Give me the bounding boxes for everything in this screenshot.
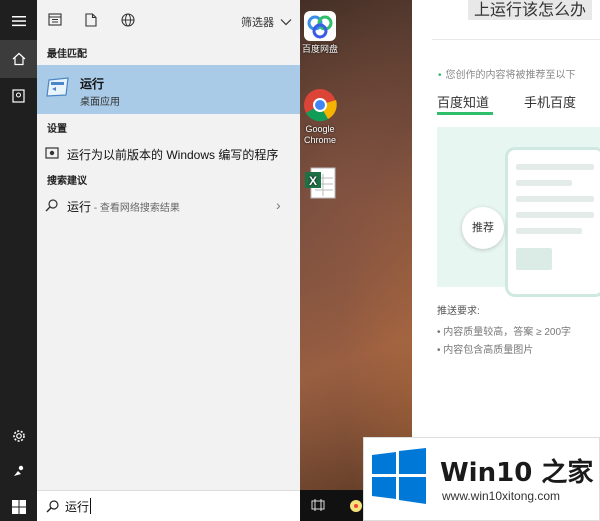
chrome-icon	[304, 89, 337, 122]
tab-baidu-zhidao[interactable]: 百度知道	[437, 92, 489, 111]
svg-text:X: X	[309, 174, 317, 188]
watermark-url: www.win10xitong.com	[442, 489, 561, 503]
note-text: 您创作的内容将被推荐至以下	[445, 70, 576, 81]
browser-note: • 您创作的内容将被推荐至以下	[438, 66, 576, 81]
requirements-title: 推送要求:	[437, 306, 480, 317]
bullet-icon: •	[438, 70, 442, 81]
desktop-icon-chrome[interactable]: Google Chrome	[298, 88, 342, 146]
compatibility-icon	[45, 147, 59, 159]
phone-mockup	[505, 147, 600, 297]
hamburger-icon	[11, 16, 26, 27]
taskbar-app-icon[interactable]	[348, 498, 364, 517]
notebook-icon	[12, 89, 25, 103]
browser-page-title: 上运行该怎么办	[468, 0, 593, 20]
home-button[interactable]	[0, 40, 37, 78]
apps-filter-button[interactable]	[48, 13, 62, 29]
best-match-name: 运行	[80, 77, 105, 91]
filter-dropdown[interactable]: 筛选器	[241, 14, 292, 30]
home-icon	[12, 52, 25, 66]
search-results-panel: 筛选器 最佳匹配 运行 桌面应用 设置 运行为以前版本的 Windows 编写的…	[37, 0, 300, 490]
desktop-icon-label: Google Chrome	[303, 124, 336, 145]
best-match-subtitle: 桌面应用	[80, 97, 120, 108]
windows-logo-icon	[372, 448, 426, 504]
task-view-icon[interactable]	[311, 498, 325, 515]
search-input[interactable]	[65, 497, 265, 516]
filter-label: 筛选器	[241, 17, 274, 29]
baidu-netdisk-icon	[304, 11, 336, 41]
gear-icon	[12, 430, 25, 442]
section-best-match: 最佳匹配	[47, 49, 87, 60]
document-icon	[85, 13, 97, 27]
hamburger-menu-button[interactable]	[0, 2, 37, 40]
feedback-button[interactable]	[0, 452, 37, 490]
feedback-icon	[13, 465, 23, 476]
tab-mobile-baidu[interactable]: 手机百度	[524, 92, 576, 111]
best-match-run-item[interactable]: 运行 桌面应用	[37, 65, 300, 114]
requirement-item: • 内容包含高质量图片	[437, 345, 534, 356]
settings-result-item[interactable]: 运行为以前版本的 Windows 编写的程序	[37, 142, 300, 164]
recommend-badge: 推荐	[462, 207, 504, 249]
web-filter-button[interactable]	[121, 13, 135, 30]
search-icon	[45, 199, 58, 212]
settings-button[interactable]	[0, 417, 37, 455]
desktop-icon-excel[interactable]: X	[298, 166, 342, 202]
chevron-down-icon	[280, 19, 292, 26]
watermark-logo: Win10 之家 www.win10xitong.com	[363, 437, 600, 521]
section-search-suggestions: 搜索建议	[47, 176, 87, 187]
settings-result-label: 运行为以前版本的 Windows 编写的程序	[67, 148, 279, 162]
requirement-item: • 内容质量较高，答案 ≥ 200字	[437, 327, 572, 338]
text-caret	[90, 498, 91, 514]
preview-illustration: 推荐	[437, 127, 600, 297]
section-settings: 设置	[47, 124, 67, 135]
start-rail	[0, 0, 37, 521]
suggestion-text: 运行 - 查看网络搜索结果	[67, 200, 180, 214]
windows-start-icon	[11, 500, 26, 514]
excel-icon: X	[305, 167, 336, 199]
desktop-icon-baidu-netdisk[interactable]: 百度网盘	[298, 10, 342, 55]
documents-filter-button[interactable]	[85, 13, 97, 30]
web-suggestion-item[interactable]: 运行 - 查看网络搜索结果 ›	[37, 194, 300, 216]
apps-icon	[48, 13, 62, 26]
browser-window: 上运行该怎么办 • 您创作的内容将被推荐至以下 百度知道 手机百度 推荐 推送要求…	[412, 0, 600, 438]
panel-toolbar: 筛选器	[37, 0, 300, 40]
desktop-icon-label: 百度网盘	[301, 44, 338, 54]
search-box	[37, 490, 300, 521]
start-button[interactable]	[0, 488, 37, 521]
search-icon	[46, 500, 59, 513]
active-tab-indicator	[437, 112, 493, 115]
notebook-button[interactable]	[0, 77, 37, 115]
run-app-icon	[46, 77, 69, 97]
watermark-brand: Win10 之家	[440, 458, 594, 488]
chevron-right-icon[interactable]: ›	[276, 197, 281, 213]
divider	[432, 39, 600, 40]
globe-icon	[121, 13, 135, 27]
